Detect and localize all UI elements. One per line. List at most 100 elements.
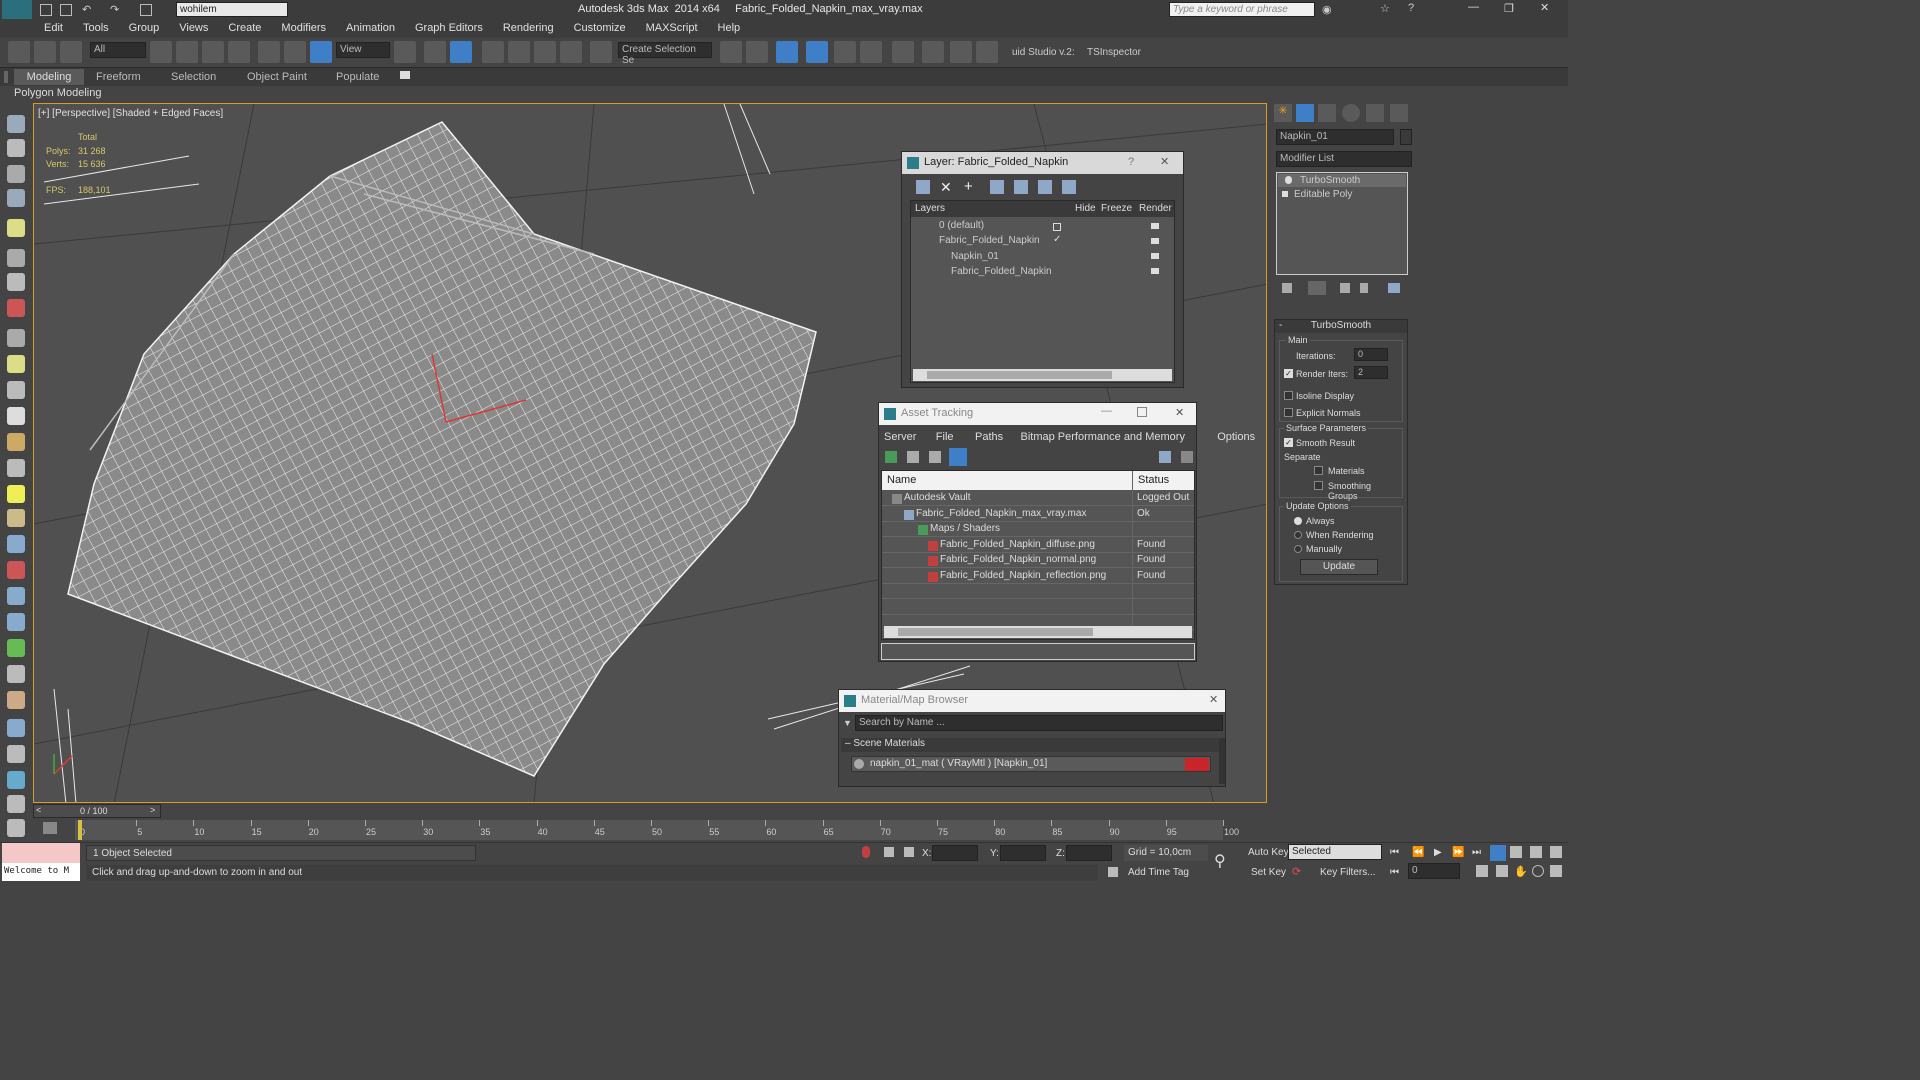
horizontal-scrollbar[interactable] — [884, 626, 1192, 638]
manually-radio[interactable] — [1294, 545, 1302, 553]
ribbon-panel-label[interactable]: Polygon Modeling — [14, 87, 101, 99]
render-icon[interactable] — [1151, 238, 1159, 244]
create-tab-icon[interactable]: ✳ — [1274, 104, 1292, 122]
remove-modifier-icon[interactable] — [1360, 283, 1368, 293]
left-tool-icon[interactable] — [7, 329, 25, 347]
workspace-select[interactable]: wohilem — [176, 2, 288, 17]
create-layer-icon[interactable] — [916, 180, 930, 194]
ribbon-options-icon[interactable] — [400, 71, 410, 79]
pin-stack-icon[interactable] — [1282, 283, 1292, 293]
left-tool-icon[interactable] — [7, 819, 25, 837]
when-rendering-radio[interactable] — [1294, 531, 1302, 539]
col-status[interactable]: Status — [1138, 474, 1169, 486]
select-object-icon[interactable] — [150, 41, 172, 63]
left-tool-icon[interactable] — [7, 509, 25, 527]
named-selection-input[interactable]: Create Selection Se — [618, 42, 712, 66]
absolute-mode-icon[interactable] — [904, 847, 914, 857]
render-frame-icon[interactable] — [950, 41, 972, 63]
minimize-button[interactable]: — — [1468, 1, 1479, 13]
save-icon[interactable] — [140, 4, 152, 16]
pivot-center-icon[interactable] — [394, 41, 416, 63]
key-filters-button[interactable]: Key Filters... — [1320, 867, 1376, 878]
smooth-result-checkbox[interactable]: ✓ — [1284, 438, 1293, 447]
redo-icon[interactable]: ↷ — [110, 3, 119, 16]
asset-menu-file[interactable]: File — [936, 431, 954, 443]
play-icon[interactable]: ▶ — [1434, 847, 1442, 858]
edit-named-selection-icon[interactable] — [590, 41, 612, 63]
object-name-field[interactable]: Napkin_01 — [1276, 129, 1394, 145]
left-tool-icon[interactable] — [7, 433, 25, 451]
browser-options-icon[interactable]: ▼ — [843, 718, 852, 728]
default-tangents-icon[interactable]: ⟳ — [1292, 865, 1306, 879]
time-config-icon[interactable] — [1476, 865, 1488, 877]
left-tool-icon[interactable] — [7, 561, 25, 579]
current-frame-field[interactable]: 0 — [1408, 863, 1460, 879]
go-to-end-icon[interactable]: ⏭ — [1472, 847, 1481, 858]
stack-item-turbosmooth[interactable]: TurboSmooth — [1278, 174, 1406, 187]
lock-selection-icon[interactable] — [884, 847, 894, 857]
render-icon[interactable] — [1151, 268, 1159, 274]
snap-toggle-icon[interactable] — [482, 41, 504, 63]
menu-item-modifiers[interactable]: Modifiers — [271, 19, 336, 34]
time-tag-icon[interactable] — [1108, 867, 1118, 877]
menu-item-views[interactable]: Views — [169, 19, 218, 34]
left-tool-icon[interactable] — [7, 639, 25, 657]
update-button[interactable]: Update — [1300, 559, 1378, 575]
tab-populate[interactable]: Populate — [336, 71, 379, 83]
select-by-name-icon[interactable] — [176, 41, 198, 63]
maxscript-mini-listener[interactable]: Welcome to M — [2, 863, 80, 881]
delete-layer-icon[interactable]: ✕ — [940, 179, 952, 196]
select-manipulate-icon[interactable] — [424, 41, 446, 63]
asset-menu-options[interactable]: Options — [1217, 431, 1255, 443]
left-tool-icon[interactable] — [7, 219, 25, 237]
add-time-tag-button[interactable]: Add Time Tag — [1128, 867, 1189, 878]
asset-menu-bitmap-performance-and-memory[interactable]: Bitmap Performance and Memory — [1021, 431, 1185, 443]
left-tool-icon[interactable] — [7, 613, 25, 631]
track-bar[interactable]: 0 5 10 15 20 25 30 35 40 45 50 55 60 65 70 75 80 85 90 95 10… — [75, 820, 1239, 840]
plugin-button-2[interactable]: TSInspector — [1087, 47, 1141, 58]
show-end-result-icon[interactable] — [1308, 281, 1326, 295]
left-tool-icon[interactable] — [7, 745, 25, 763]
col-freeze[interactable]: Freeze — [1101, 203, 1132, 214]
menu-item-customize[interactable]: Customize — [564, 19, 636, 34]
freeze-all-icon[interactable] — [1062, 180, 1076, 194]
scale-icon[interactable] — [310, 41, 332, 63]
set-key-icon[interactable]: ⚲ — [1214, 851, 1236, 873]
left-tool-icon[interactable] — [7, 485, 25, 503]
viewport-label[interactable]: [+] [Perspective] [Shaded + Edged Faces] — [38, 108, 223, 119]
help-icon[interactable] — [1159, 451, 1171, 463]
menu-item-group[interactable]: Group — [119, 19, 170, 34]
mini-curve-toggle-icon[interactable] — [43, 822, 57, 834]
percent-snap-icon[interactable] — [534, 41, 556, 63]
isolate-icon[interactable] — [862, 846, 870, 858]
menu-item-create[interactable]: Create — [218, 19, 271, 34]
col-layers[interactable]: Layers — [915, 203, 945, 214]
zoom-extents-all-icon[interactable] — [1550, 846, 1562, 858]
prev-key-icon[interactable]: ⏪ — [1412, 847, 1424, 858]
render-iters-spinner[interactable]: 2 — [1354, 366, 1388, 379]
utilities-tab-icon[interactable] — [1390, 104, 1408, 122]
prev-frame-icon[interactable]: < — [36, 805, 41, 815]
ref-coord-select[interactable]: View — [336, 42, 390, 58]
left-tool-icon[interactable] — [7, 189, 25, 207]
material-browser-title[interactable]: Material/Map Browser — [839, 690, 1225, 712]
left-tool-icon[interactable] — [7, 381, 25, 399]
tree-view-icon[interactable] — [929, 451, 941, 463]
menu-item-graph-editors[interactable]: Graph Editors — [405, 19, 493, 34]
rollout-collapse-icon[interactable]: - — [1279, 320, 1282, 331]
schematic-view-icon[interactable] — [860, 41, 882, 63]
plugin-button-1[interactable]: uid Studio v.2: — [1012, 47, 1075, 58]
left-tool-icon[interactable] — [7, 587, 25, 605]
make-unique-icon[interactable] — [1340, 283, 1350, 293]
select-in-layer-icon[interactable] — [990, 180, 1004, 194]
left-tool-icon[interactable] — [7, 691, 25, 709]
zoom-all-icon[interactable] — [1510, 846, 1522, 858]
add-to-layer-icon[interactable]: + — [964, 178, 973, 195]
configure-sets-icon[interactable] — [1388, 283, 1400, 293]
scene-materials-header[interactable]: – Scene Materials — [841, 738, 1219, 752]
col-hide[interactable]: Hide — [1075, 203, 1096, 214]
horizontal-scrollbar[interactable] — [913, 369, 1172, 381]
maximize-button[interactable]: ❐ — [1504, 2, 1514, 15]
close-icon[interactable]: ✕ — [1160, 155, 1169, 168]
render-icon[interactable] — [1151, 253, 1159, 259]
